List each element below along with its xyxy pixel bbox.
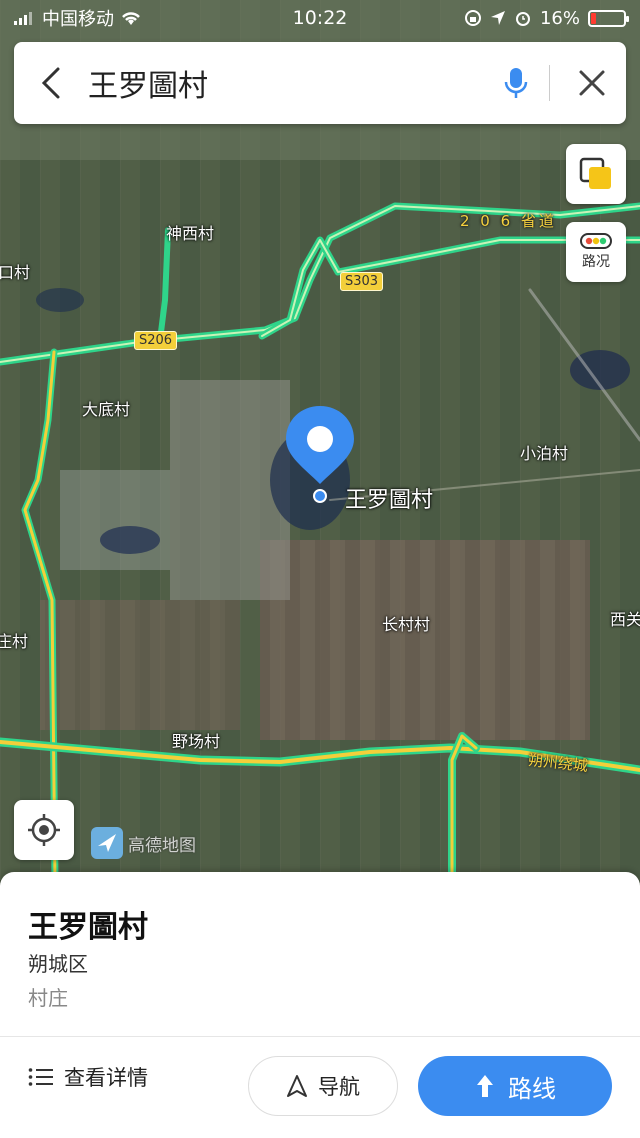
amap-logo: 高德地图 (90, 826, 196, 860)
amap-logo-text: 高德地图 (128, 835, 196, 856)
view-details-button[interactable]: 查看详情 (28, 1062, 148, 1092)
map-marker-icon (286, 406, 354, 484)
status-bar: 中国移动 10:22 16% (0, 0, 640, 36)
voice-search-button[interactable] (491, 42, 541, 124)
place-label[interactable]: 西关 (610, 606, 640, 630)
road-name: 2 0 6 省道 (460, 212, 557, 230)
location-pin[interactable] (284, 404, 356, 490)
clock: 10:22 (292, 7, 348, 29)
place-label[interactable]: 庄村 (0, 628, 28, 652)
route-label: 路线 (508, 1074, 556, 1103)
place-title: 王罗圖村 (28, 910, 148, 945)
locate-me-button[interactable] (14, 800, 74, 860)
layers-icon (579, 157, 611, 189)
pin-label[interactable]: 王罗圖村 (345, 482, 433, 514)
divider (0, 1036, 640, 1037)
close-icon (579, 70, 605, 96)
list-icon (28, 1068, 53, 1086)
microphone-icon (504, 68, 528, 98)
place-label[interactable]: 小泊村 (520, 440, 568, 464)
place-label[interactable]: 长村村 (382, 611, 430, 635)
crosshair-icon (28, 814, 60, 846)
traffic-light-icon (580, 233, 612, 249)
place-label[interactable]: 大底村 (82, 396, 130, 420)
search-input[interactable]: 王罗圖村 (88, 61, 491, 105)
place-label[interactable]: 神西村 (166, 220, 214, 244)
amap-logo-icon (91, 827, 123, 859)
traffic-label: 路况 (582, 254, 610, 270)
pin-location-dot (313, 489, 327, 503)
back-button[interactable] (14, 42, 88, 124)
route-button[interactable]: 路线 (418, 1056, 612, 1116)
navigate-button[interactable]: 导航 (248, 1056, 398, 1116)
road-shield: S206 (134, 331, 178, 350)
view-details-label: 查看详情 (64, 1066, 148, 1090)
place-category: 村庄 (28, 986, 68, 1010)
layers-button[interactable] (566, 144, 626, 204)
route-arrow-icon (477, 1075, 493, 1097)
traffic-button[interactable]: 路况 (566, 222, 626, 282)
place-detail-sheet: 王罗圖村 朔城区 村庄 查看详情 导航 路线 (0, 872, 640, 1138)
search-bar: 王罗圖村 (14, 42, 626, 124)
close-button[interactable] (558, 42, 626, 124)
battery-fill (591, 12, 596, 24)
navigate-label: 导航 (318, 1075, 360, 1099)
place-label[interactable]: 口村 (0, 259, 30, 283)
navigation-arrow-icon (287, 1075, 307, 1097)
road-shield: S303 (340, 272, 384, 291)
divider (549, 65, 550, 101)
place-district: 朔城区 (28, 952, 88, 976)
place-label[interactable]: 野场村 (172, 728, 220, 752)
battery-icon (588, 9, 629, 27)
chevron-left-icon (41, 67, 60, 99)
